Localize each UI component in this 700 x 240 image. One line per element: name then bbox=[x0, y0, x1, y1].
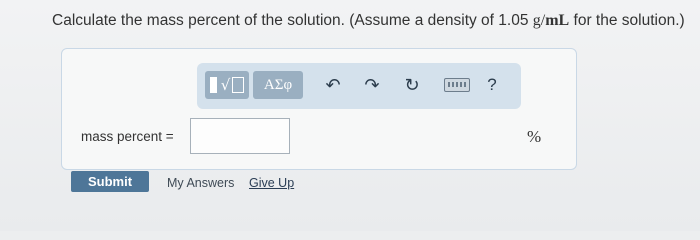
help-icon[interactable]: ? bbox=[484, 73, 500, 97]
radical-icon: √ bbox=[220, 76, 231, 94]
question-suffix: for the solution.) bbox=[569, 12, 685, 29]
redo-icon[interactable]: ↷ bbox=[362, 73, 382, 97]
mass-percent-label: mass percent = bbox=[81, 129, 174, 144]
template-box-icon bbox=[209, 77, 217, 93]
keyboard-glyph bbox=[444, 78, 470, 92]
fraction-frame-icon bbox=[232, 77, 245, 93]
question-page: Calculate the mass percent of the soluti… bbox=[0, 0, 700, 231]
unit-ml: mL bbox=[545, 12, 570, 29]
mass-percent-input[interactable] bbox=[190, 118, 290, 154]
give-up-link[interactable]: Give Up bbox=[249, 176, 294, 190]
templates-button[interactable]: √ bbox=[205, 71, 249, 99]
keyboard-icon[interactable] bbox=[443, 73, 471, 97]
submit-button[interactable]: Submit bbox=[71, 171, 149, 192]
unit-g: g bbox=[532, 12, 541, 29]
math-toolbar: √ ΑΣφ ↶ ↷ ↻ ? bbox=[197, 63, 521, 109]
question-text: Calculate the mass percent of the soluti… bbox=[52, 12, 685, 30]
symbols-button[interactable]: ΑΣφ bbox=[253, 71, 303, 99]
reset-icon[interactable]: ↻ bbox=[401, 73, 423, 97]
density-unit: g/mL bbox=[533, 12, 569, 29]
my-answers-link[interactable]: My Answers bbox=[167, 176, 234, 190]
question-prefix: Calculate the mass percent of the soluti… bbox=[52, 12, 533, 29]
undo-icon[interactable]: ↶ bbox=[323, 73, 343, 97]
percent-unit-label: % bbox=[527, 127, 542, 146]
